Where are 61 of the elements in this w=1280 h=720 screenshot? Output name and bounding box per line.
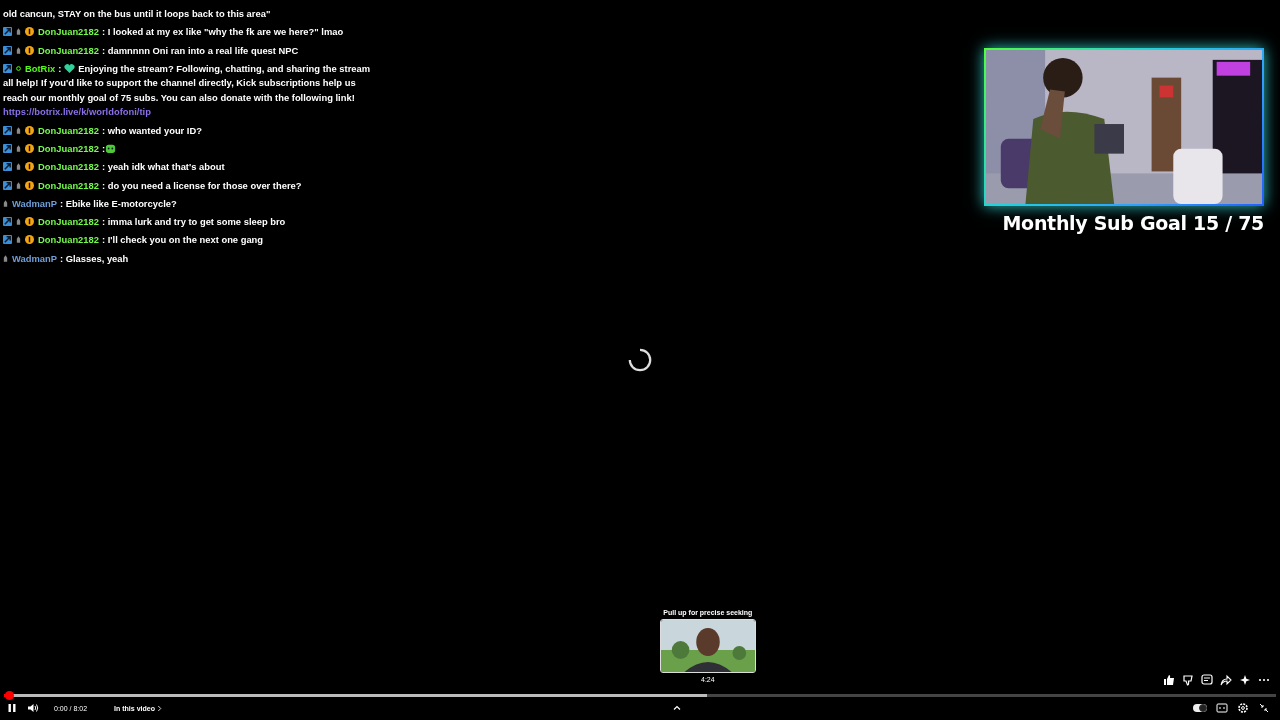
seek-handle[interactable] <box>5 691 15 700</box>
chat-username[interactable]: WadmanP <box>12 197 57 209</box>
emote-icon <box>105 143 117 154</box>
chat-username[interactable]: DonJuan2182 <box>38 161 99 173</box>
chat-text: : I'll check you on the next one gang <box>101 234 264 246</box>
heart-icon <box>64 62 76 74</box>
pause-icon[interactable] <box>6 702 18 714</box>
badge-icon <box>3 63 12 73</box>
chat-username[interactable]: WadmanP <box>12 252 57 264</box>
chat-text: all help! If you'd like to support the channel directly, Kick subscriptions help us <box>3 77 356 89</box>
coin-icon <box>25 144 34 153</box>
seek-bar[interactable] <box>4 694 1276 697</box>
chat-text: : Glasses, yeah <box>60 252 129 264</box>
like-icon[interactable] <box>1163 674 1175 686</box>
coin-icon <box>25 162 34 172</box>
chat-username[interactable]: DonJuan2182 <box>38 26 99 38</box>
chat-text: : damnnnn Oni ran into a real life quest NPC <box>101 44 299 56</box>
settings-icon[interactable] <box>1237 702 1249 714</box>
badge-icon <box>3 45 12 55</box>
chat-username[interactable]: DonJuan2182 <box>38 234 99 246</box>
sparkle-icon[interactable] <box>1239 674 1251 686</box>
badge-icon <box>3 180 12 190</box>
chevron-right-icon <box>156 704 162 712</box>
chat-separator: : <box>58 62 62 74</box>
chat-text: old cancun, STAY on the bus until it loops back to this area" <box>3 8 271 19</box>
coin-icon <box>25 180 34 190</box>
chat-text: : Ebike like E-motorcycle? <box>60 197 177 209</box>
chat-text: : <box>101 143 106 154</box>
subtitles-icon[interactable] <box>1216 702 1228 714</box>
dislike-icon[interactable] <box>1182 674 1194 686</box>
chat-username[interactable]: DonJuan2182 <box>38 44 99 56</box>
autoplay-toggle[interactable] <box>1193 704 1207 712</box>
chat-username[interactable]: DonJuan2182 <box>38 179 99 191</box>
coin-icon <box>25 27 34 37</box>
chat-text: reach our monthly goal of 75 subs. You can also donate with the following link! <box>3 91 355 103</box>
share-icon[interactable] <box>1220 674 1232 686</box>
chat-username[interactable]: BotRix <box>25 62 56 74</box>
chat-text: : imma lurk and try to get some sleep bro <box>101 216 286 228</box>
chat-username[interactable]: DonJuan2182 <box>38 143 99 154</box>
badge-icon <box>3 235 12 245</box>
coin-icon <box>25 217 34 227</box>
chat-username[interactable]: DonJuan2182 <box>38 216 99 228</box>
badge-icon <box>3 217 12 227</box>
chat-text: : I looked at my ex like "why the fk are we here?" lmao <box>101 26 344 38</box>
exit-fullscreen-icon[interactable] <box>1258 702 1270 714</box>
badge-icon <box>3 125 12 135</box>
chat-text: : yeah idk what that's about <box>101 161 225 173</box>
chat-link[interactable]: https://botrix.live/k/worldofoni/tip <box>3 106 151 118</box>
sub-goal-text: Monthly Sub Goal 15 / 75 <box>1002 212 1264 234</box>
badge-icon <box>3 144 12 153</box>
chat-text: Enjoying the stream? Following, chatting, and sharing the stream <box>78 62 371 74</box>
chat-username[interactable]: DonJuan2182 <box>38 124 99 136</box>
badge-icon <box>3 27 12 37</box>
volume-icon[interactable] <box>27 702 39 714</box>
chat-text: : who wanted your ID? <box>101 124 202 136</box>
coin-icon <box>25 235 34 245</box>
coin-icon <box>25 45 34 55</box>
comment-icon[interactable] <box>1201 674 1213 686</box>
badge-icon <box>3 162 12 172</box>
coin-icon <box>25 125 34 135</box>
chat-text: : do you need a license for those over there? <box>101 179 302 191</box>
